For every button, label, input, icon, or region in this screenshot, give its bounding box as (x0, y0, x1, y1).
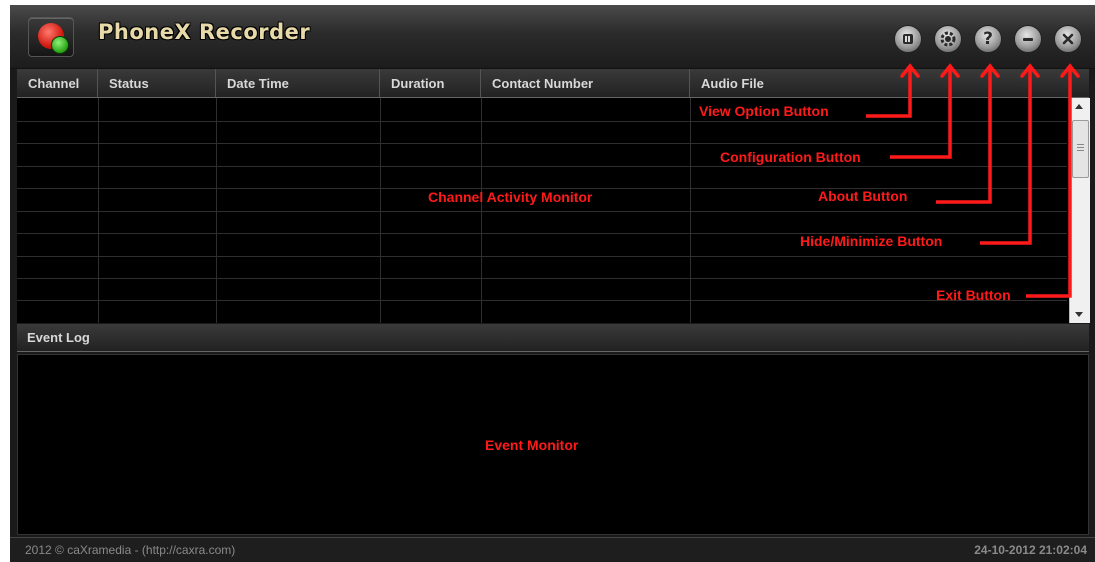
event-log-header: Event Log (17, 324, 1089, 352)
annotation-minimize: Hide/Minimize Button (800, 233, 943, 249)
logo-phone-icon (51, 36, 69, 54)
status-datetime: 24-10-2012 21:02:04 (974, 543, 1087, 557)
table-row[interactable] (17, 300, 1067, 301)
question-icon: ? (983, 28, 993, 49)
app-title: PhoneX Recorder (98, 20, 311, 44)
grip-line (1077, 147, 1084, 148)
column-header-duration[interactable]: Duration (380, 69, 481, 98)
table-row[interactable] (17, 166, 1067, 167)
gear-icon (940, 31, 956, 47)
status-bar: 2012 © caXramedia - (http://caxra.com) 2… (10, 537, 1095, 562)
grip-line (1077, 144, 1084, 145)
table-row[interactable] (17, 211, 1067, 212)
annotation-channel-monitor: Channel Activity Monitor (428, 189, 593, 205)
minimize-icon (1023, 38, 1033, 41)
app-logo (28, 17, 74, 57)
configuration-button[interactable] (934, 25, 962, 53)
scroll-thumb[interactable] (1072, 120, 1089, 178)
view-option-button[interactable] (894, 25, 922, 53)
table-row[interactable] (17, 143, 1067, 144)
table-row[interactable] (17, 278, 1067, 279)
scroll-down-icon[interactable] (1075, 312, 1083, 317)
scroll-up-icon[interactable] (1075, 104, 1083, 109)
list-icon (903, 34, 913, 44)
grid-scrollbar[interactable] (1069, 98, 1090, 323)
exit-button[interactable] (1054, 25, 1082, 53)
table-row[interactable] (17, 256, 1067, 257)
annotation-about: About Button (818, 188, 908, 204)
column-header-contact-number[interactable]: Contact Number (481, 69, 690, 98)
annotation-view-option: View Option Button (699, 103, 829, 119)
annotation-event-monitor: Event Monitor (485, 437, 579, 453)
close-icon (1062, 33, 1074, 45)
column-header-status[interactable]: Status (98, 69, 216, 98)
minimize-button[interactable] (1014, 25, 1042, 53)
annotation-configuration: Configuration Button (720, 149, 861, 165)
annotation-exit: Exit Button (936, 287, 1011, 303)
table-row[interactable] (17, 121, 1067, 122)
column-header-audio-file[interactable]: Audio File (690, 69, 1089, 98)
copyright-text: 2012 © caXramedia - (http://caxra.com) (25, 543, 236, 557)
column-header-channel[interactable]: Channel (17, 69, 98, 98)
grip-line (1077, 150, 1084, 151)
about-button[interactable]: ? (974, 25, 1002, 53)
title-bar[interactable]: PhoneX Recorder (10, 5, 1095, 69)
column-header-date-time[interactable]: Date Time (216, 69, 380, 98)
